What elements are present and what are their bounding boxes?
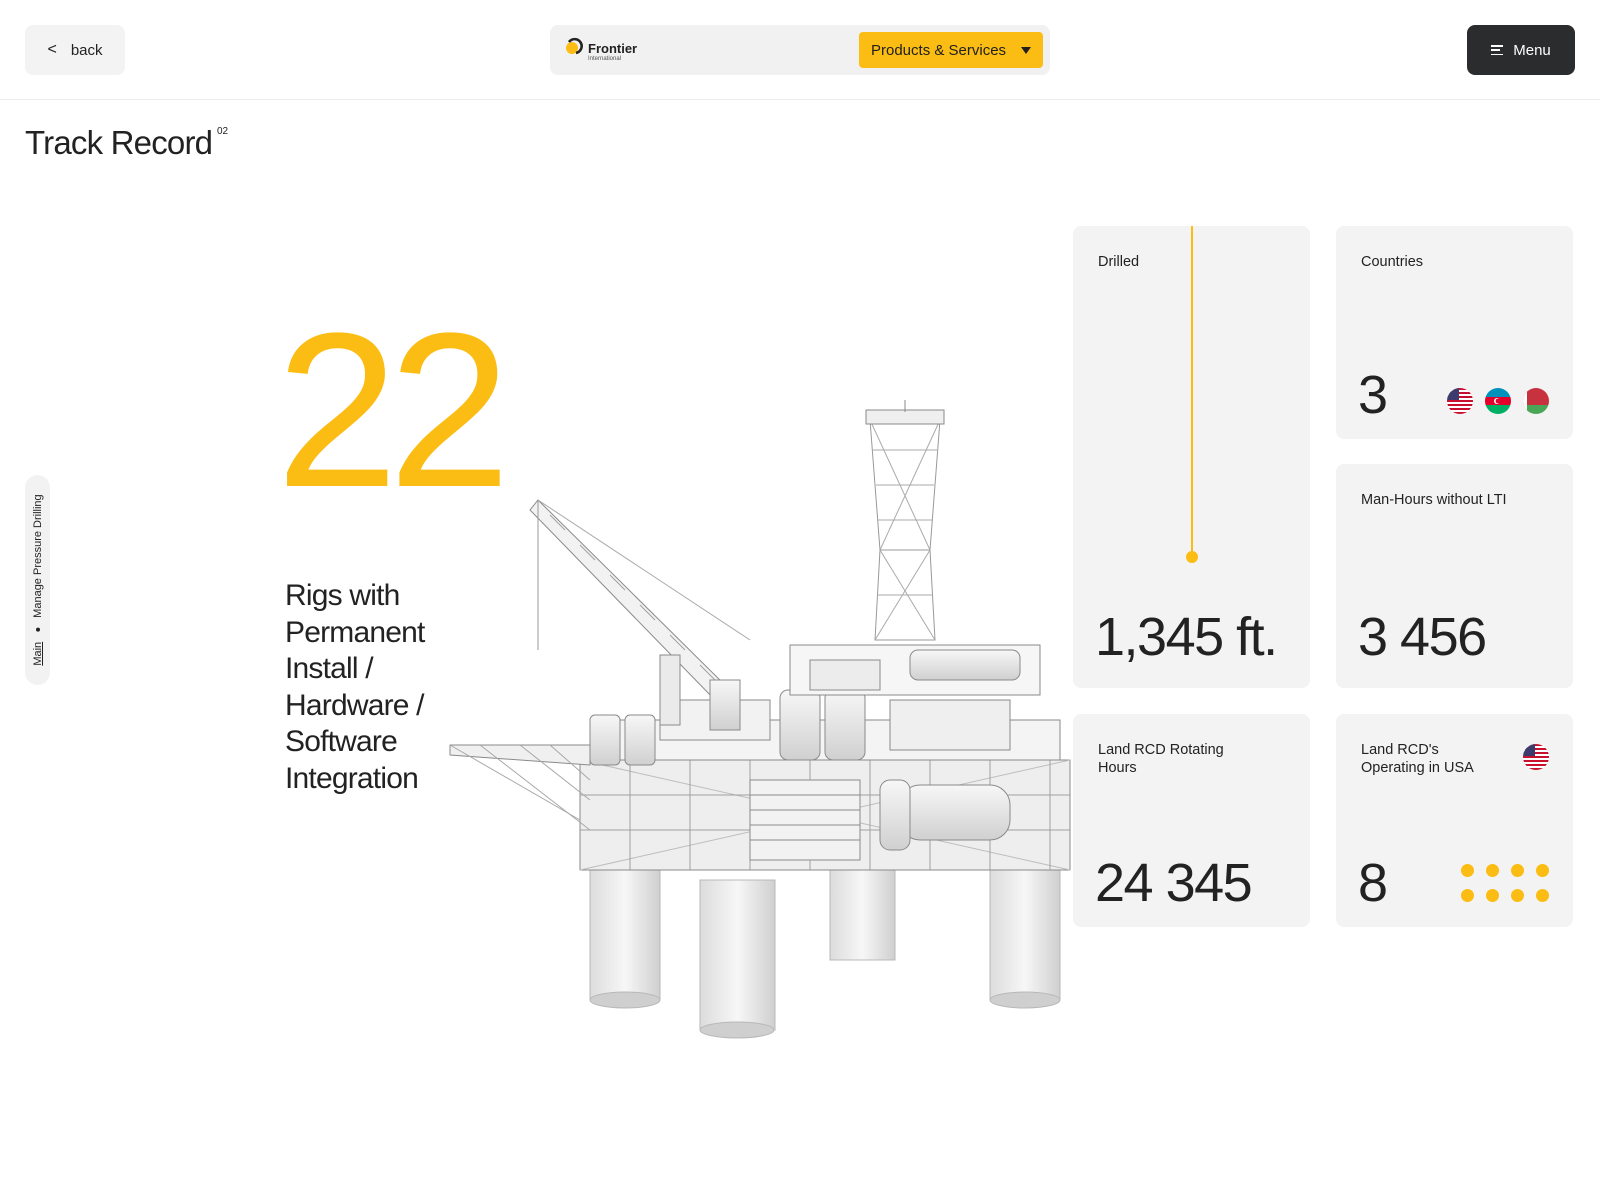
stat-value: 24 345 (1095, 853, 1253, 913)
menu-button[interactable]: Menu (1467, 25, 1575, 75)
stat-label: Land RCD Rotating Hours (1098, 742, 1224, 776)
breadcrumb-main-link[interactable]: Main (32, 642, 44, 666)
rcd-dot (1486, 864, 1499, 877)
caret-down-icon (1021, 46, 1031, 54)
brand-subtitle: International (588, 56, 622, 62)
chevron-left-icon: < (47, 41, 57, 58)
drill-depth-line (1191, 226, 1193, 554)
stat-value: 3 456 (1358, 607, 1487, 667)
top-bar: < back Frontier International Products &… (0, 0, 1600, 100)
stat-card-rotating-hours: Land RCD Rotating Hours 24 345 (1073, 714, 1310, 927)
frontier-logo[interactable]: Frontier International (564, 36, 637, 62)
rcd-dot (1511, 864, 1524, 877)
hamburger-icon (1491, 45, 1504, 55)
stat-value: 8 (1358, 853, 1388, 913)
stat-card-usa-rcds: Land RCD's Operating in USA 8 (1336, 714, 1573, 927)
rcd-dot (1461, 889, 1474, 902)
vertical-breadcrumb: Main Manage Pressure Drilling (25, 475, 50, 685)
frontier-logo-icon (566, 37, 583, 55)
stat-value: 1,345 ft. (1095, 607, 1278, 667)
stat-card-countries: Countries 3 (1336, 226, 1573, 439)
breadcrumb-separator (35, 627, 40, 632)
drill-depth-marker (1186, 551, 1198, 563)
usa-flag-icon (1447, 388, 1473, 414)
stat-label: Countries (1361, 254, 1424, 270)
products-services-label: Products & Services (871, 41, 1007, 59)
rcd-dot (1511, 889, 1524, 902)
stat-value: 3 (1358, 365, 1388, 425)
stat-label: Man-Hours without LTI (1361, 492, 1507, 508)
menu-label: Menu (1513, 41, 1551, 59)
page-number: 02 (217, 126, 229, 137)
azerbaijan-flag-icon (1485, 388, 1511, 414)
back-label: back (70, 41, 103, 59)
rcd-dot (1536, 889, 1549, 902)
rcd-count-dots (1461, 864, 1549, 902)
page-title: Track Record (25, 124, 213, 161)
belarus-flag-icon (1523, 388, 1549, 414)
rcd-dot (1536, 864, 1549, 877)
stat-label: Drilled (1098, 254, 1140, 270)
rcd-dot (1461, 864, 1474, 877)
offshore-rig-illustration (449, 400, 1071, 1039)
stat-card-drilled: Drilled 1,345 ft. (1073, 226, 1310, 688)
products-services-dropdown[interactable]: Products & Services (859, 32, 1043, 68)
breadcrumb-current: Manage Pressure Drilling (31, 494, 44, 618)
back-button[interactable]: < back (25, 25, 125, 75)
rcd-dot (1486, 889, 1499, 902)
brand-bar: Frontier International Products & Servic… (550, 25, 1050, 75)
stat-label: Land RCD's Operating in USA (1361, 742, 1474, 776)
brand-name: Frontier (588, 41, 638, 56)
usa-flag-icon (1523, 744, 1549, 770)
stat-card-man-hours: Man-Hours without LTI 3 456 (1336, 464, 1573, 688)
